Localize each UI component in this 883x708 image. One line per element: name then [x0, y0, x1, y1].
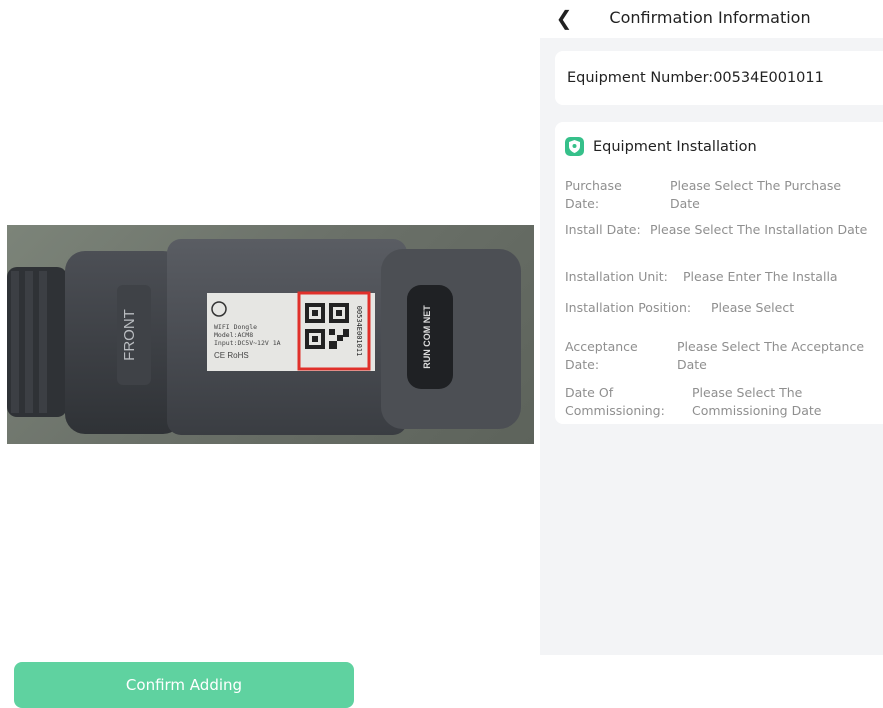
equipment-number-card: Equipment Number:00534E001011	[555, 51, 883, 105]
installation-unit-row[interactable]: Installation Unit: Please Enter The Inst…	[565, 268, 883, 286]
front-text: FRONT	[121, 309, 138, 361]
installation-position-label: Installation Position:	[565, 300, 692, 315]
label-line: Input:DC5V~12V 1A	[214, 339, 281, 347]
commissioning-date-row[interactable]: Date Of Commissioning: Please Select The…	[565, 384, 883, 420]
purchase-date-label: Purchase Date:	[565, 178, 622, 211]
top-bar: ❮ Confirmation Information	[540, 0, 883, 38]
equipment-number-label: Equipment Number:	[567, 70, 714, 86]
installation-position-value[interactable]: Please Select	[711, 299, 861, 317]
wifi-dongle-image: FRONT RUN COM NET WIFI Dongle Model:ACM8…	[7, 239, 521, 435]
page-title: Confirmation Information	[609, 8, 811, 27]
indicator-text: RUN COM NET	[422, 305, 432, 369]
acceptance-date-value[interactable]: Please Select The Acceptance Date	[677, 338, 883, 374]
equipment-number-value: 00534E001011	[713, 70, 824, 86]
purchase-date-row[interactable]: Purchase Date: Please Select The Purchas…	[565, 177, 883, 213]
serial-text: 00534E001011	[355, 306, 363, 357]
purchase-date-value[interactable]: Please Select The Purchase Date	[670, 177, 870, 213]
confirmation-screen: ❮ Confirmation Information Equipment Num…	[540, 0, 883, 702]
installation-unit-label: Installation Unit:	[565, 269, 668, 284]
label-line: Model:ACM8	[214, 331, 253, 339]
installation-card: Equipment Installation Purchase Date: Pl…	[555, 122, 883, 424]
confirm-adding-button[interactable]: Confirm Adding	[14, 662, 354, 708]
shield-location-icon	[565, 137, 584, 156]
equipment-number-row: Equipment Number:00534E001011	[567, 51, 824, 105]
commissioning-date-label: Date Of Commissioning:	[565, 385, 665, 418]
device-photo: FRONT RUN COM NET WIFI Dongle Model:ACM8…	[7, 225, 534, 444]
installation-position-row[interactable]: Installation Position: Please Select	[565, 299, 883, 317]
acceptance-date-row[interactable]: Acceptance Date: Please Select The Accep…	[565, 338, 883, 374]
section-title: Equipment Installation	[593, 139, 757, 155]
bottom-bar	[540, 655, 883, 702]
commissioning-date-value[interactable]: Please Select The Commissioning Date	[692, 384, 862, 420]
cert-marks: CE RoHS	[214, 351, 249, 360]
acceptance-date-label: Acceptance Date:	[565, 339, 638, 372]
label-line: WIFI Dongle	[214, 323, 257, 331]
chevron-left-icon[interactable]: ❮	[554, 4, 574, 32]
install-date-value[interactable]: Please Select The Installation Date	[650, 221, 883, 239]
installation-unit-input[interactable]: Please Enter The Installa	[683, 268, 883, 286]
install-date-row[interactable]: Install Date: Please Select The Installa…	[565, 221, 883, 239]
